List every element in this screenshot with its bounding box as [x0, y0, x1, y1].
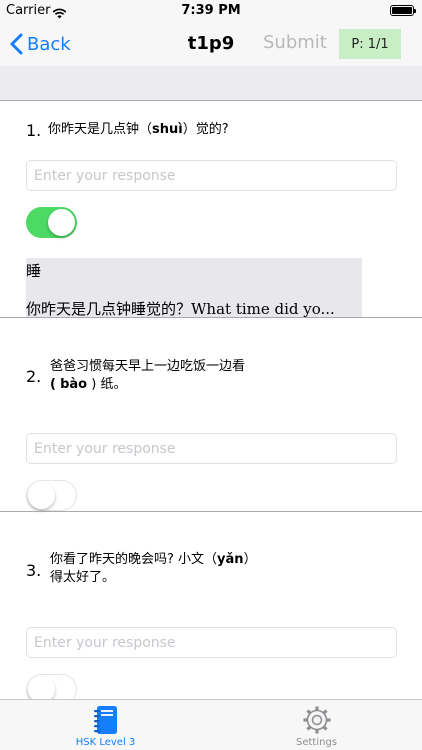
header-spacer — [0, 66, 422, 101]
pinyin-hint: shuì — [152, 122, 183, 137]
question-text: 你昨天是几点钟（shuì）觉的? — [48, 122, 229, 137]
response-input[interactable] — [26, 160, 397, 191]
gear-icon — [302, 705, 332, 739]
divider — [0, 511, 422, 512]
question-text: 爸爸习惯每天早上一边吃饭一边看 ( bào ) 纸。 — [50, 359, 246, 392]
show-answer-toggle[interactable] — [26, 207, 77, 238]
answer-character: 睡 — [26, 262, 42, 280]
question-number: 1. — [26, 121, 42, 140]
response-input[interactable] — [26, 627, 397, 658]
notebook-icon — [92, 705, 120, 739]
page-indicator-badge: P: 1/1 — [339, 29, 401, 59]
tab-settings[interactable]: Settings — [211, 700, 422, 750]
tab-label: HSK Level 3 — [75, 737, 136, 748]
tab-bar: HSK Level 3 Settings — [0, 699, 422, 750]
navigation-bar: Back t1p9 Submit P: 1/1 — [0, 22, 422, 66]
tab-label: Settings — [295, 737, 337, 748]
divider — [0, 317, 422, 318]
question-number: 3. — [26, 561, 42, 580]
response-input[interactable] — [26, 433, 397, 464]
submit-button[interactable]: Submit — [263, 32, 327, 53]
question-text: 你看了昨天的晚会吗? 小文（yǎn） 得太好了。 — [50, 552, 257, 585]
answer-panel: 睡 你昨天是几点钟睡觉的？What time did yo... — [26, 258, 362, 318]
battery-icon — [390, 5, 416, 16]
clock: 7:39 PM — [181, 3, 241, 18]
question-number: 2. — [26, 367, 42, 386]
show-answer-toggle[interactable] — [26, 480, 77, 511]
toggle-knob — [48, 209, 75, 236]
answer-sentence: 你昨天是几点钟睡觉的？What time did yo... — [26, 300, 335, 318]
status-bar: Carrier 7:39 PM — [0, 0, 422, 22]
pinyin-hint: yǎn — [217, 552, 244, 567]
toggle-knob — [28, 482, 55, 509]
tab-hsk-level-3[interactable]: HSK Level 3 — [0, 700, 211, 750]
pinyin-hint: bào — [60, 377, 88, 392]
